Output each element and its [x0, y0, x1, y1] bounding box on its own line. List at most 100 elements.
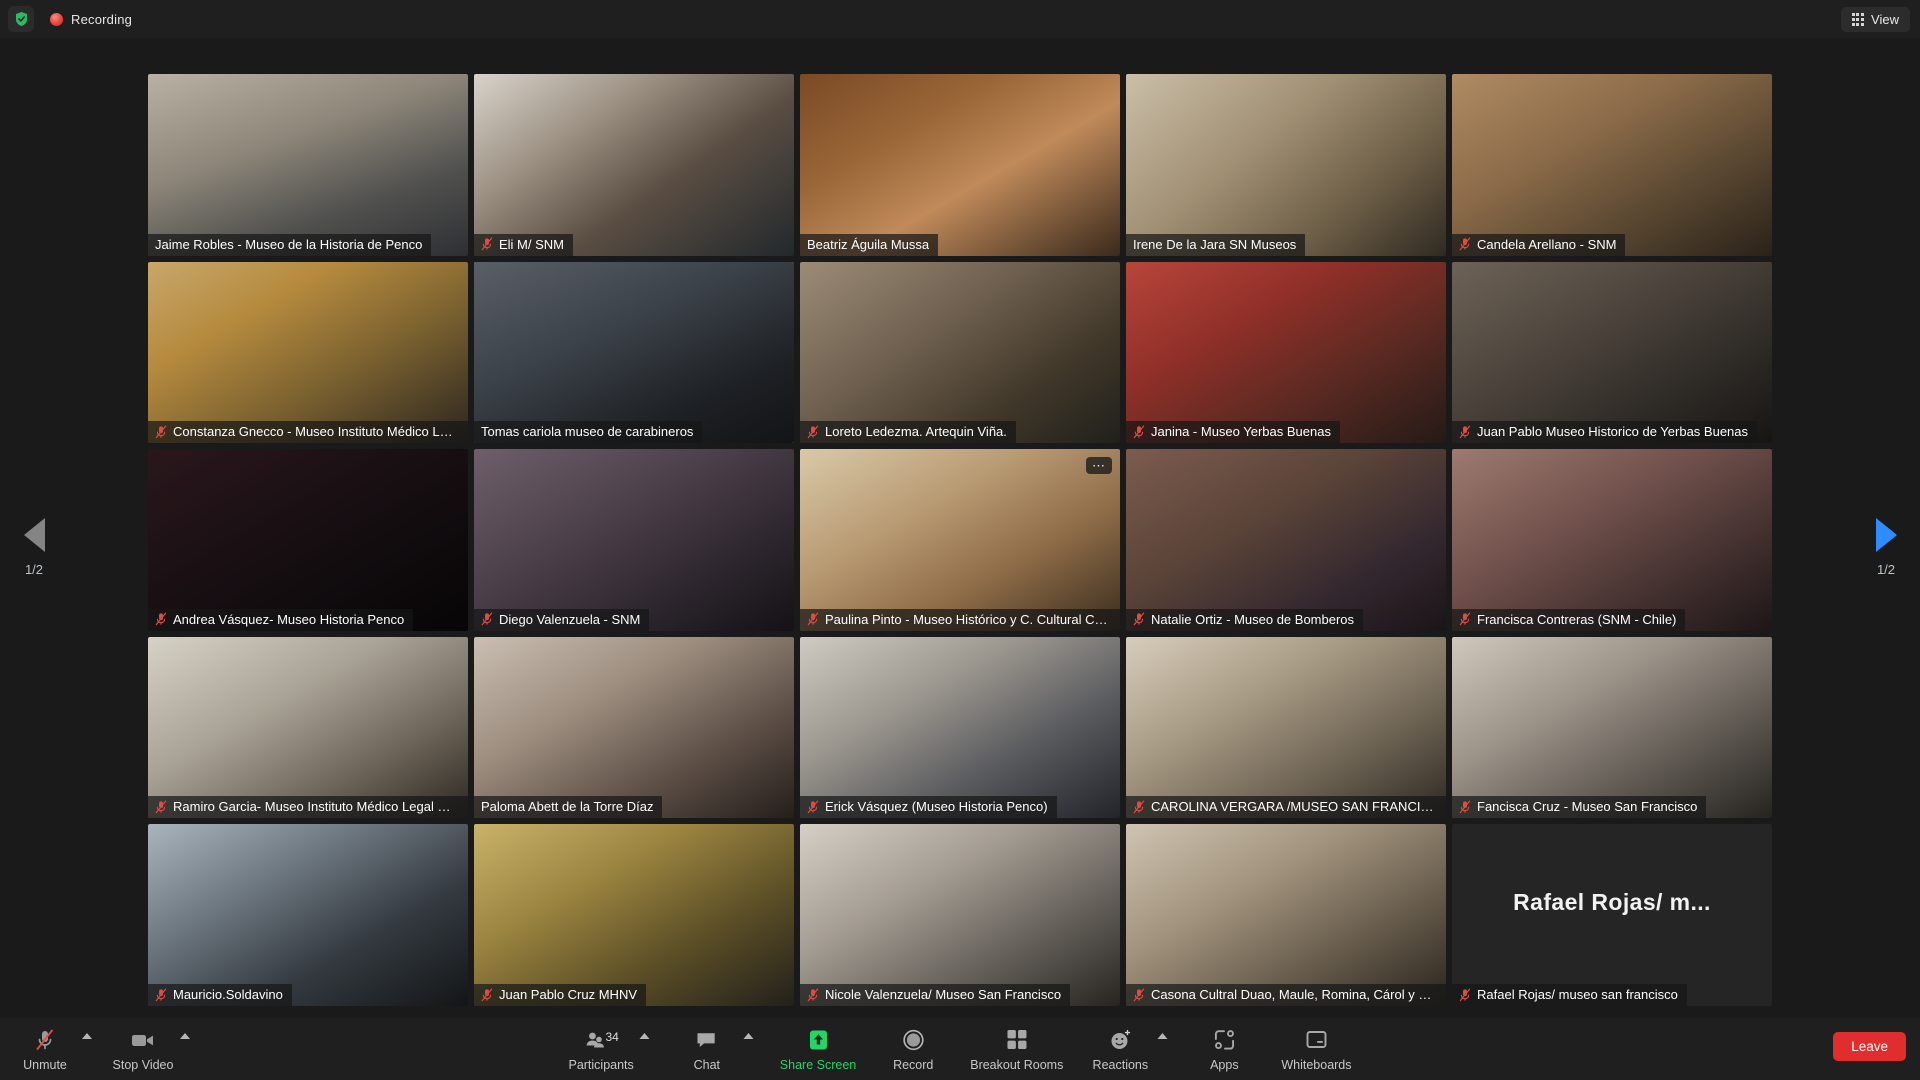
mic-off-icon [1133, 988, 1145, 1001]
participant-tile[interactable]: Beatriz Águila Mussa [800, 74, 1120, 256]
participant-tile[interactable]: Diego Valenzuela - SNM [474, 449, 794, 631]
recording-indicator[interactable]: Recording [50, 12, 132, 27]
participant-nameplate: Erick Vásquez (Museo Historia Penco) [800, 796, 1057, 819]
participant-nameplate: Paloma Abett de la Torre Díaz [474, 796, 663, 819]
apps-label: Apps [1210, 1057, 1239, 1072]
participant-video [474, 74, 794, 256]
video-options-chevron-icon[interactable] [180, 1033, 190, 1039]
participants-button[interactable]: 34 Participants [568, 1021, 633, 1077]
reactions-options-chevron-icon[interactable] [1157, 1033, 1168, 1039]
participant-video [800, 74, 1120, 256]
mic-off-icon [481, 237, 493, 251]
participant-nameplate: Francisca Contreras (SNM - Chile) [1452, 608, 1686, 631]
participant-tile[interactable]: CAROLINA VERGARA /MUSEO SAN FRANCISCO [1126, 636, 1446, 819]
participant-video [800, 824, 1120, 1006]
breakout-rooms-button[interactable]: Breakout Rooms [970, 1021, 1063, 1077]
chevron-right-icon[interactable] [1875, 518, 1897, 552]
participant-tile[interactable]: Ramiro Garcia- Museo Instituto Médico Le… [148, 636, 468, 819]
participant-tile[interactable]: Andrea Vásquez- Museo Historia Penco [148, 449, 468, 631]
video-stage: 1/2 1/2 Jaime Robles - Museo de la Histo… [0, 38, 1920, 1020]
stop-video-label: Stop Video [112, 1057, 174, 1072]
mic-off-icon [481, 612, 493, 626]
participant-nameplate: CAROLINA VERGARA /MUSEO SAN FRANCISCO [1126, 796, 1446, 819]
participant-nameplate: Diego Valenzuela - SNM [474, 608, 650, 631]
participant-name-label: CAROLINA VERGARA /MUSEO SAN FRANCISCO [1151, 799, 1437, 815]
whiteboard-icon [1304, 1027, 1328, 1053]
participant-video [1126, 449, 1446, 631]
chat-button[interactable]: Chat [676, 1021, 738, 1077]
participant-tile[interactable]: ⋯ Paulina Pinto - Museo Histórico y C. Cu… [800, 449, 1120, 631]
reactions-smiley-icon [1108, 1027, 1132, 1053]
participant-name-label: Juan Pablo Museo Historico de Yerbas Bue… [1477, 424, 1749, 440]
participant-name-label: Fancisca Cruz - Museo San Francisco [1477, 799, 1698, 815]
participant-tile[interactable]: Candela Arellano - SNM [1452, 74, 1772, 256]
audio-video-controls: Unmute Stop Video [14, 1021, 190, 1077]
apps-icon [1212, 1027, 1236, 1053]
participant-tile[interactable]: Natalie Ortiz - Museo de Bomberos [1126, 449, 1446, 631]
participant-tile[interactable]: Nicole Valenzuela/ Museo San Francisco [800, 824, 1120, 1006]
mic-off-icon [34, 1027, 56, 1053]
shield-check-icon[interactable] [8, 6, 34, 32]
participant-nameplate: Juan Pablo Museo Historico de Yerbas Bue… [1452, 421, 1758, 444]
participant-tile[interactable]: Paloma Abett de la Torre Díaz [474, 636, 794, 819]
mic-off-icon [1459, 988, 1471, 1001]
participant-name-label: Tomas cariola museo de carabineros [481, 424, 694, 440]
participant-tile[interactable]: Eli M/ SNM [474, 74, 794, 256]
audio-options-chevron-icon[interactable] [82, 1033, 92, 1039]
participant-tile[interactable]: Juan Pablo Museo Historico de Yerbas Bue… [1452, 261, 1772, 444]
view-button[interactable]: View [1840, 7, 1910, 32]
participant-nameplate: Janina - Museo Yerbas Buenas [1126, 421, 1340, 444]
participant-tile[interactable]: Rafael Rojas/ m... Rafael Rojas/ museo sa… [1452, 824, 1772, 1006]
participant-name-label: Andrea Vásquez- Museo Historia Penco [173, 611, 405, 627]
participant-tile[interactable]: Tomas cariola museo de carabineros [474, 261, 794, 444]
leave-button[interactable]: Leave [1833, 1032, 1906, 1061]
share-screen-button[interactable]: Share Screen [780, 1021, 856, 1077]
chevron-left-icon[interactable] [23, 518, 45, 552]
chat-bubble-icon [695, 1027, 719, 1053]
participant-video [1452, 449, 1772, 631]
next-page-control[interactable]: 1/2 [1858, 518, 1914, 577]
mic-off-icon [155, 988, 167, 1001]
whiteboards-button[interactable]: Whiteboards [1281, 1021, 1352, 1077]
participant-name-label: Irene De la Jara SN Museos [1133, 236, 1297, 252]
participant-tile[interactable]: Jaime Robles - Museo de la Historia de P… [148, 74, 468, 256]
mic-off-icon [1133, 425, 1145, 438]
participant-tile[interactable]: Loreto Ledezma. Artequin Viña. [800, 261, 1120, 444]
participant-name-label: Paloma Abett de la Torre Díaz [481, 799, 654, 815]
participant-video [1452, 74, 1772, 256]
mic-off-icon [155, 612, 167, 626]
participant-video [1126, 74, 1446, 256]
participant-video [148, 261, 468, 444]
participant-tile[interactable]: Fancisca Cruz - Museo San Francisco [1452, 636, 1772, 819]
reactions-button[interactable]: Reactions [1089, 1021, 1151, 1077]
chat-options-chevron-icon[interactable] [743, 1033, 754, 1039]
breakout-rooms-label: Breakout Rooms [970, 1057, 1064, 1072]
participant-video [1126, 261, 1446, 444]
participant-tile[interactable]: Erick Vásquez (Museo Historia Penco) [800, 636, 1120, 819]
apps-button[interactable]: Apps [1193, 1021, 1255, 1077]
previous-page-control[interactable]: 1/2 [6, 518, 62, 577]
participant-video [148, 636, 468, 819]
participant-tile[interactable]: Juan Pablo Cruz MHNV [474, 824, 794, 1006]
participant-tile[interactable]: Irene De la Jara SN Museos [1126, 74, 1446, 256]
participant-name-label: Loreto Ledezma. Artequin Viña. [825, 424, 1007, 440]
participant-tile[interactable]: Francisca Contreras (SNM - Chile) [1452, 449, 1772, 631]
tile-more-options-button[interactable]: ⋯ [1086, 457, 1112, 475]
recording-dot-icon [50, 12, 63, 26]
page-indicator-right: 1/2 [1876, 562, 1896, 577]
record-button[interactable]: Record [882, 1021, 944, 1077]
unmute-button[interactable]: Unmute [14, 1021, 76, 1077]
participant-nameplate: Beatriz Águila Mussa [800, 233, 939, 256]
participant-tile[interactable]: Constanza Gnecco - Museo Instituto Médic… [148, 261, 468, 444]
stop-video-button[interactable]: Stop Video [112, 1021, 174, 1077]
participant-tile[interactable]: Casona Cultral Duao, Maule, Romina, Cáro… [1126, 824, 1446, 1006]
participant-tile[interactable]: Mauricio.Soldavino [148, 824, 468, 1006]
participant-nameplate: Irene De la Jara SN Museos [1126, 233, 1306, 256]
participants-options-chevron-icon[interactable] [639, 1033, 650, 1039]
page-indicator-left: 1/2 [24, 562, 44, 577]
record-circle-icon [901, 1027, 925, 1053]
chat-label: Chat [693, 1057, 720, 1072]
participant-tile[interactable]: Janina - Museo Yerbas Buenas [1126, 261, 1446, 444]
mic-off-icon [807, 425, 819, 438]
breakout-rooms-icon [1005, 1027, 1028, 1053]
